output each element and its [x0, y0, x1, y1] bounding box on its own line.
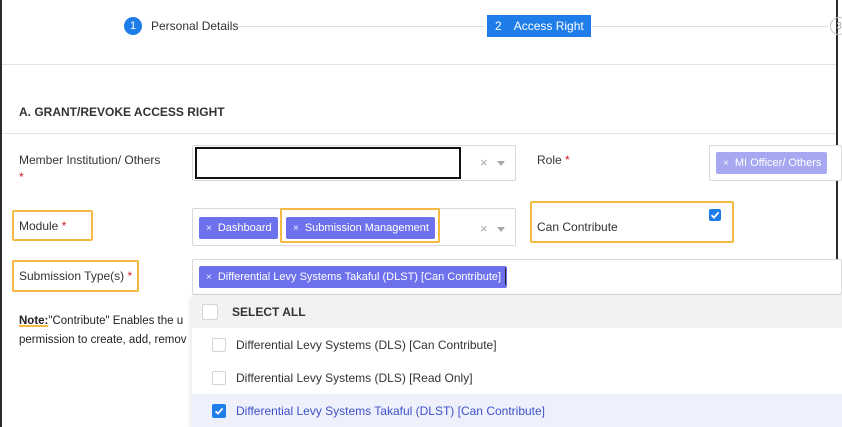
module-label: Module * [19, 219, 66, 233]
member-institution-input[interactable] [195, 147, 461, 179]
check-icon [710, 211, 720, 219]
option-label: Differential Levy Systems (DLS) [Can Con… [236, 337, 497, 352]
chevron-down-icon[interactable] [497, 227, 505, 232]
step1-label[interactable]: Personal Details [151, 19, 238, 33]
role-label: Role * [537, 153, 570, 167]
required-mark: * [61, 219, 67, 233]
submission-type-chip-text: Differential Levy Systems Takaful (DLST)… [217, 271, 502, 283]
section-title: A. GRANT/REVOKE ACCESS RIGHT [19, 105, 225, 119]
note-bold: Note: [19, 315, 49, 327]
option-label: Differential Levy Systems (DLS) [Read On… [236, 370, 473, 385]
can-contribute-checkbox[interactable] [709, 209, 721, 221]
checkbox[interactable] [212, 337, 226, 352]
member-institution-label-text: Member Institution/ Others [19, 153, 161, 167]
required-mark: * [127, 269, 133, 283]
submission-types-label: Submission Type(s) * [19, 269, 132, 283]
step2-label: Access Right [513, 19, 584, 33]
member-institution-label: Member Institution/ Others [19, 153, 160, 167]
note-line2: permission to create, add, remov [19, 334, 187, 346]
chip-remove-icon[interactable]: × [199, 223, 218, 234]
required-mark: * [19, 170, 24, 184]
step-connector [592, 26, 828, 27]
note-line1: "Contribute" Enables the u [48, 315, 184, 327]
step2-active[interactable]: 2 Access Right [487, 15, 591, 37]
option-label: Differential Levy Systems Takaful (DLST)… [236, 403, 546, 418]
member-institution-select[interactable]: × [192, 145, 516, 181]
submission-types-dropdown: SELECT ALL Differential Levy Systems (DL… [192, 295, 842, 427]
dropdown-option[interactable]: Differential Levy Systems Takaful (DLST)… [192, 394, 842, 427]
submission-type-chip[interactable]: × Differential Levy Systems Takaful (DLS… [199, 266, 508, 288]
role-label-text: Role [537, 153, 562, 167]
clear-icon[interactable]: × [480, 221, 488, 236]
divider [2, 133, 836, 134]
chevron-down-icon[interactable] [497, 161, 505, 166]
required-mark: * [565, 153, 570, 167]
checkbox[interactable] [212, 403, 226, 418]
check-icon [214, 407, 224, 415]
step1-number[interactable]: 1 [124, 17, 142, 35]
highlight-box [280, 208, 440, 243]
role-chip[interactable]: × MI Officer/ Others [716, 152, 828, 174]
role-select[interactable]: × MI Officer/ Others [709, 145, 842, 181]
step2-number: 2 [495, 19, 502, 33]
step-connector [235, 26, 485, 27]
can-contribute-label: Can Contribute [537, 220, 618, 234]
submission-types-select[interactable]: × Differential Levy Systems Takaful (DLS… [192, 259, 842, 295]
submission-types-label-text: Submission Type(s) [19, 269, 125, 283]
dropdown-option[interactable]: Differential Levy Systems (DLS) [Can Con… [192, 328, 842, 361]
clear-icon[interactable]: × [480, 155, 488, 170]
note: Note:"Contribute" Enables the u permissi… [19, 312, 191, 350]
module-chip-text: Dashboard [217, 222, 272, 234]
chip-remove-icon[interactable]: × [716, 158, 735, 169]
select-all-label: SELECT ALL [232, 304, 306, 319]
chip-remove-icon[interactable]: × [199, 272, 218, 283]
checkbox[interactable] [202, 303, 218, 320]
module-chip[interactable]: × Dashboard [199, 217, 278, 239]
checkbox[interactable] [212, 370, 226, 385]
module-label-text: Module [19, 219, 59, 233]
step3-number[interactable]: 3 [830, 17, 842, 35]
dropdown-option[interactable]: Differential Levy Systems (DLS) [Read On… [192, 361, 842, 394]
select-all-option[interactable]: SELECT ALL [192, 295, 842, 328]
role-chip-text: MI Officer/ Others [734, 157, 822, 169]
text-cursor [505, 268, 506, 285]
divider [2, 64, 836, 65]
